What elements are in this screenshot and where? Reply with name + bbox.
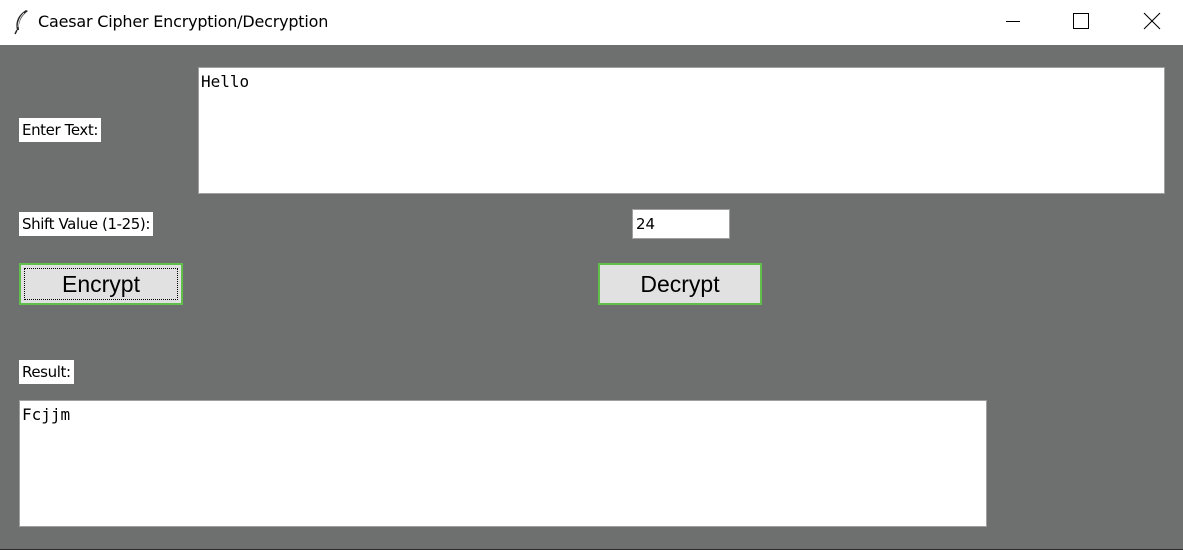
- maximize-icon: [1073, 12, 1089, 33]
- encrypt-button-label: Encrypt: [62, 270, 140, 297]
- title-bar: Caesar Cipher Encryption/Decryption: [0, 0, 1183, 45]
- decrypt-button-label: Decrypt: [640, 270, 720, 297]
- maximize-button[interactable]: [1058, 0, 1104, 45]
- close-button[interactable]: [1129, 0, 1175, 45]
- window-title: Caesar Cipher Encryption/Decryption: [38, 12, 329, 31]
- result-text-area[interactable]: Fcjjm: [19, 400, 987, 527]
- decrypt-button[interactable]: Decrypt: [598, 263, 762, 305]
- input-text-area[interactable]: Hello: [198, 67, 1165, 194]
- result-label: Result:: [19, 360, 74, 384]
- feather-icon: [12, 9, 30, 35]
- close-icon: [1143, 12, 1161, 34]
- shift-value-label: Shift Value (1-25):: [19, 212, 154, 236]
- enter-text-label: Enter Text:: [19, 118, 102, 142]
- minimize-icon: [1005, 13, 1021, 33]
- shift-value-input[interactable]: 24: [632, 209, 730, 239]
- encrypt-button[interactable]: Encrypt: [19, 263, 183, 305]
- minimize-button[interactable]: [990, 0, 1036, 45]
